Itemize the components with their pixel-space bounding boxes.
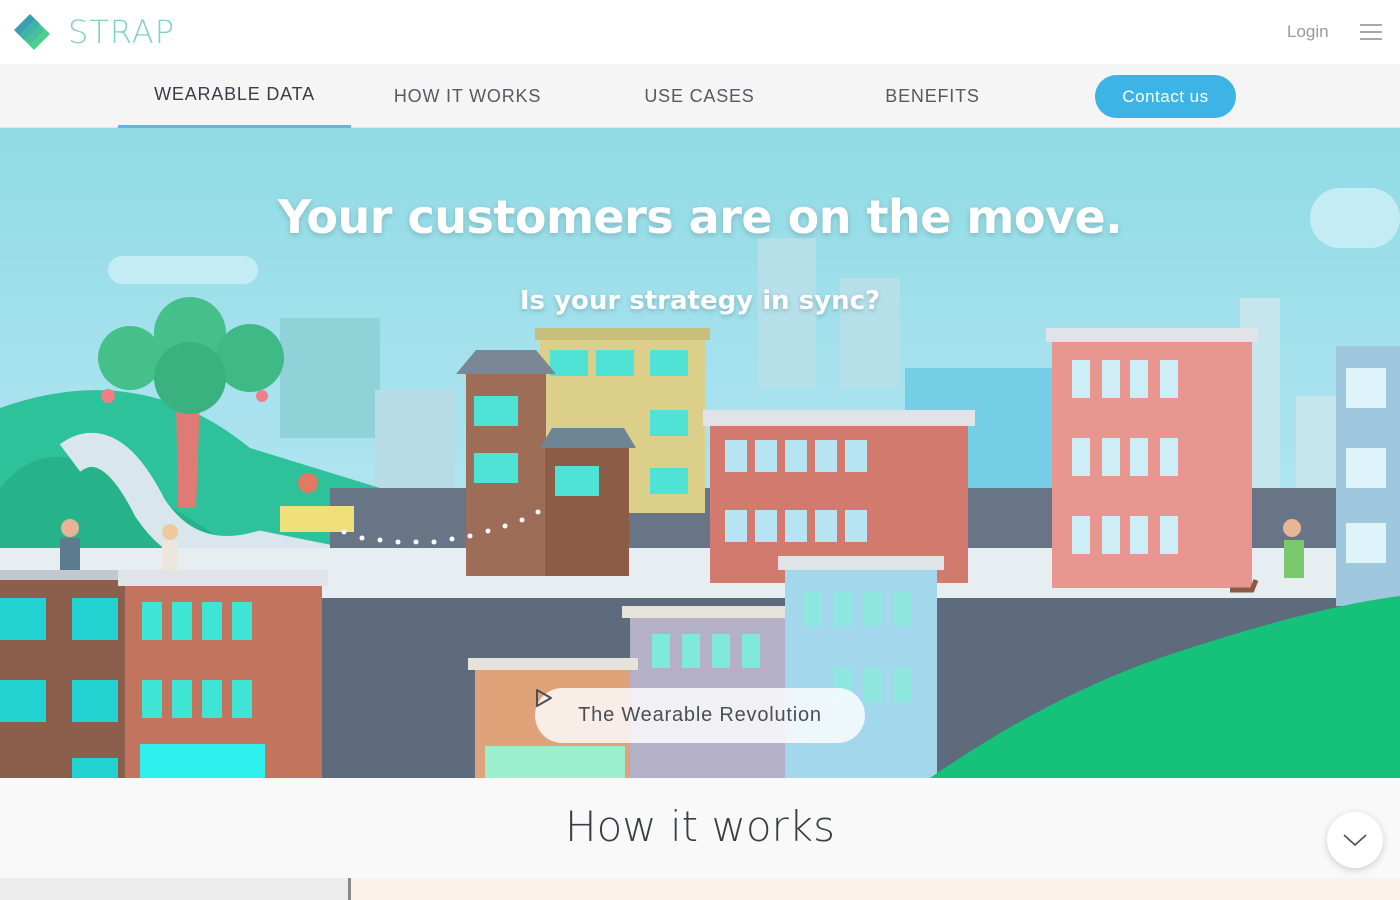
nav-tab-wearable-data[interactable]: WEARABLE DATA bbox=[118, 64, 351, 128]
hero-headline: Your customers are on the move. bbox=[277, 190, 1123, 244]
next-section-preview bbox=[0, 878, 1400, 900]
main-nav: WEARABLE DATA HOW IT WORKS USE CASES BEN… bbox=[0, 64, 1400, 128]
login-link[interactable]: Login bbox=[1287, 22, 1329, 42]
brand-name: STRAP bbox=[68, 13, 175, 51]
chevron-down-icon bbox=[1343, 834, 1367, 847]
brand-logo[interactable]: STRAP bbox=[10, 10, 175, 54]
video-button-label: The Wearable Revolution bbox=[578, 704, 822, 726]
nav-tab-benefits[interactable]: BENEFITS bbox=[816, 64, 1049, 128]
scroll-down-button[interactable] bbox=[1327, 812, 1383, 868]
wearable-revolution-video-button[interactable]: The Wearable Revolution bbox=[535, 688, 865, 743]
hero-banner: Your customers are on the move. Is your … bbox=[0, 128, 1400, 778]
nav-tab-use-cases[interactable]: USE CASES bbox=[583, 64, 816, 128]
divider bbox=[348, 878, 351, 900]
section-title: How it works bbox=[565, 802, 835, 851]
how-it-works-section: How it works bbox=[0, 778, 1400, 878]
strap-logo-icon bbox=[14, 14, 50, 50]
top-header: STRAP Login bbox=[0, 0, 1400, 64]
hero-subheadline: Is your strategy in sync? bbox=[519, 286, 881, 316]
play-icon bbox=[536, 689, 552, 707]
nav-tab-how-it-works[interactable]: HOW IT WORKS bbox=[351, 64, 584, 128]
hamburger-icon[interactable] bbox=[1360, 24, 1382, 42]
contact-us-button[interactable]: Contact us bbox=[1095, 75, 1236, 118]
